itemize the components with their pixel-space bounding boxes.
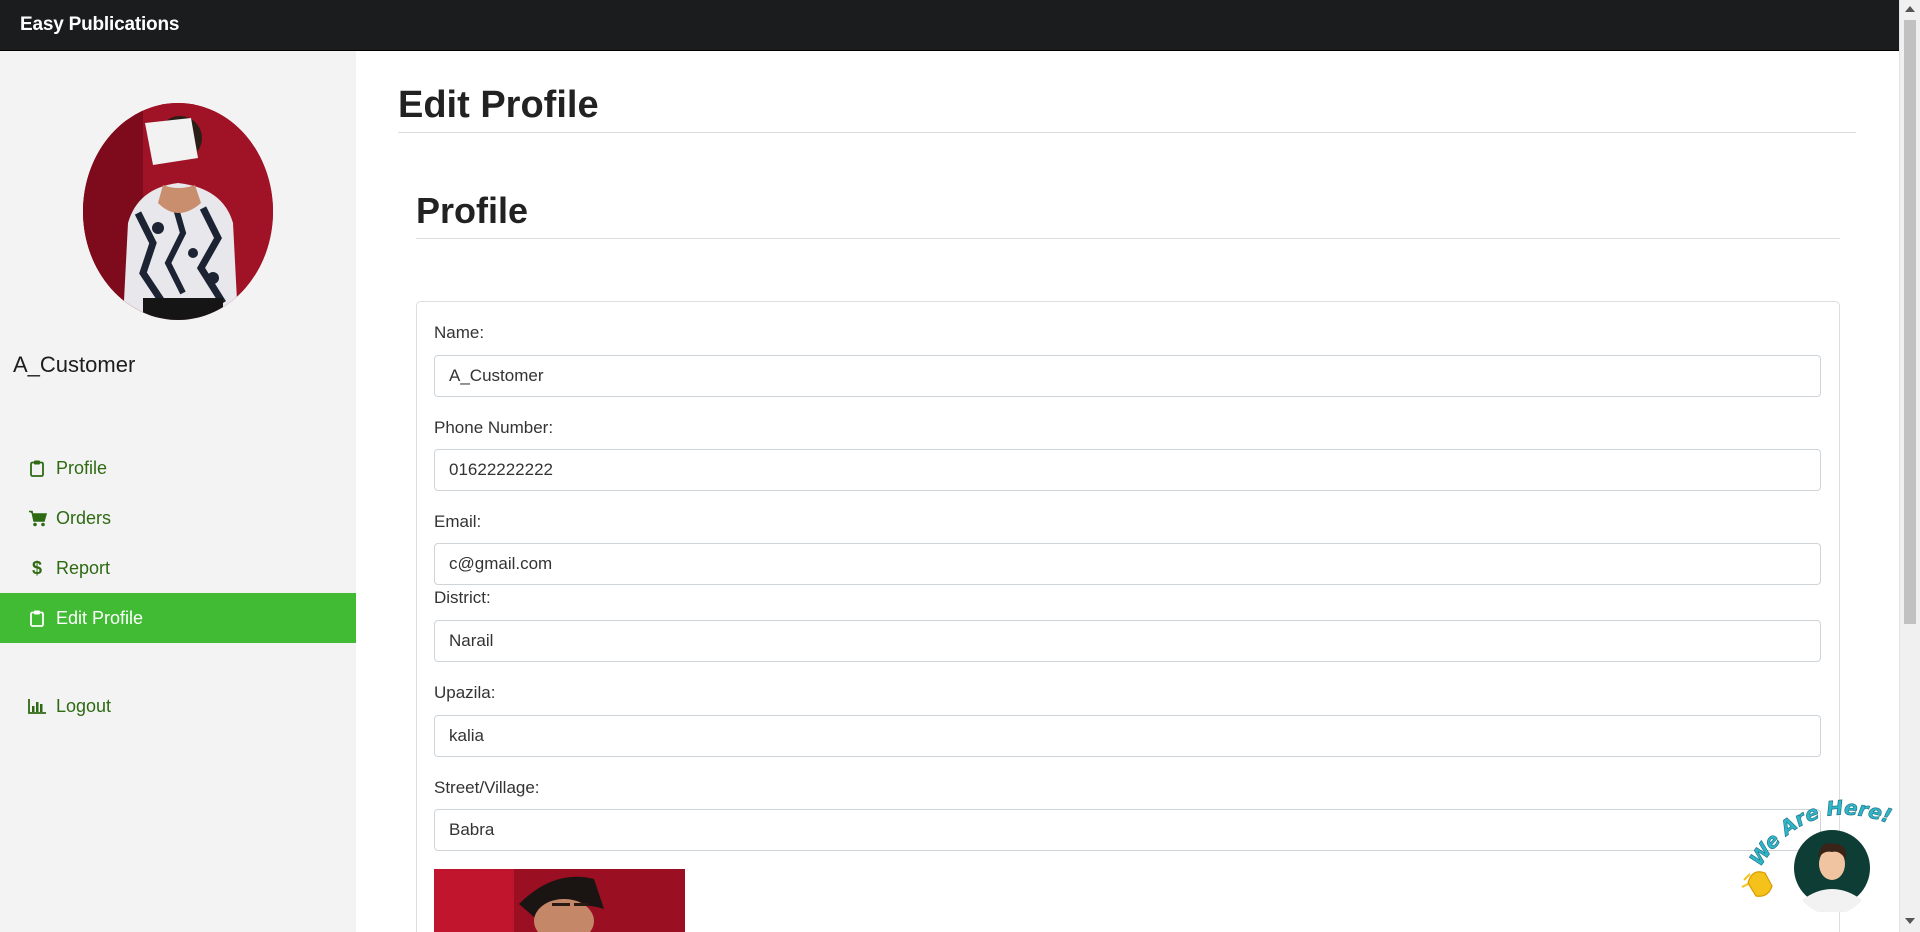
phone-label: Phone Number: xyxy=(434,418,554,437)
clipboard-icon xyxy=(26,607,48,629)
name-field[interactable] xyxy=(434,355,1821,397)
sidebar-item-label: Profile xyxy=(56,457,108,478)
section-title: Profile xyxy=(416,190,529,231)
avatar xyxy=(83,103,273,320)
sidebar-item-logout[interactable]: Logout xyxy=(0,681,356,731)
upazila-label: Upazila: xyxy=(434,683,496,702)
page-title: Edit Profile xyxy=(398,84,599,126)
scroll-down-arrow-icon[interactable] xyxy=(1905,918,1915,924)
sidebar: A_Customer Profile Orders $ Report Edit … xyxy=(0,51,356,932)
phone-field[interactable] xyxy=(434,449,1821,491)
sidebar-item-edit-profile[interactable]: Edit Profile xyxy=(0,593,356,643)
sidebar-item-label: Logout xyxy=(56,695,112,716)
profile-photo-preview xyxy=(434,869,685,932)
section-divider xyxy=(416,238,1840,239)
district-label: District: xyxy=(434,588,491,607)
chat-widget[interactable]: We Are Here! xyxy=(1740,788,1900,915)
scrollbar-thumb[interactable] xyxy=(1904,20,1916,624)
top-navbar: Easy Publications xyxy=(0,0,1899,51)
street-village-field[interactable] xyxy=(434,809,1821,851)
sidebar-item-report[interactable]: $ Report xyxy=(0,543,356,593)
page-scrollbar[interactable] xyxy=(1899,0,1920,932)
sidebar-item-label: Orders xyxy=(56,507,112,528)
sidebar-item-orders[interactable]: Orders xyxy=(0,493,356,543)
brand-link[interactable]: Easy Publications xyxy=(20,14,179,36)
sidebar-item-label: Report xyxy=(56,557,111,578)
title-divider xyxy=(398,132,1856,133)
email-label: Email: xyxy=(434,512,482,531)
bar-chart-icon xyxy=(26,695,48,717)
sidebar-username: A_Customer xyxy=(13,352,136,377)
cart-icon xyxy=(26,507,48,529)
sidebar-item-profile[interactable]: Profile xyxy=(0,443,356,493)
waving-hand-icon xyxy=(1741,871,1773,897)
district-field[interactable] xyxy=(434,620,1821,662)
clipboard-icon xyxy=(26,457,48,479)
street-village-label: Street/Village: xyxy=(434,778,540,797)
dollar-icon: $ xyxy=(31,557,42,578)
sidebar-item-label: Edit Profile xyxy=(56,607,144,628)
email-field[interactable] xyxy=(434,543,1821,585)
scroll-up-arrow-icon[interactable] xyxy=(1905,6,1915,12)
name-label: Name: xyxy=(434,323,485,342)
upazila-field[interactable] xyxy=(434,715,1821,757)
